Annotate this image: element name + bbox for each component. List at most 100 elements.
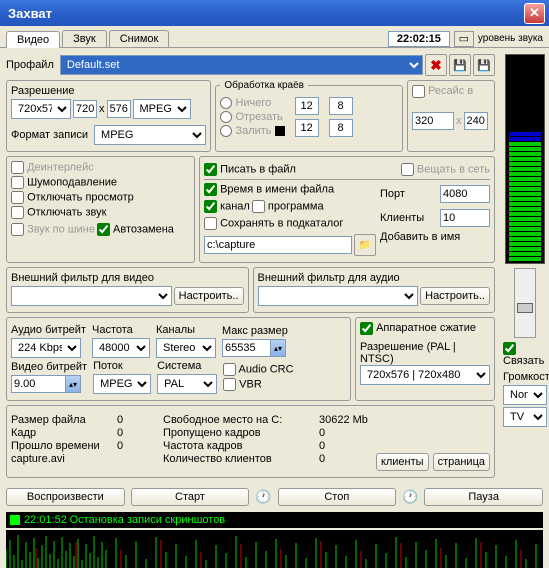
deinterlace-checkbox[interactable]: [11, 161, 24, 174]
gain-slider[interactable]: [514, 268, 536, 338]
status-message: Остановка записи скриншотов: [70, 514, 226, 526]
tab-video[interactable]: Видео: [6, 31, 60, 48]
dropped-label: Пропущено кадров: [163, 427, 313, 439]
record-format-select[interactable]: MPEG: [94, 125, 206, 145]
clients-button[interactable]: клиенты: [376, 453, 429, 471]
broadcast-checkbox[interactable]: [401, 163, 414, 176]
disableview-checkbox[interactable]: [11, 191, 24, 204]
level-toggle-button[interactable]: ▭: [454, 31, 474, 47]
stop-button[interactable]: Стоп: [278, 488, 397, 506]
frame-value: 0: [117, 427, 157, 439]
edges-none-radio[interactable]: [220, 97, 232, 109]
x-label: x: [99, 103, 105, 115]
resolution-codec-select[interactable]: MPEG2: [133, 99, 191, 119]
resize-height-input[interactable]: [464, 112, 488, 130]
audio-filter-group: Внешний фильтр для аудио Настроить..: [253, 267, 496, 313]
fps-value: 0: [319, 440, 389, 452]
vbitrate-spinner[interactable]: ▴▾: [65, 375, 81, 393]
vbitrate-input[interactable]: [11, 375, 65, 393]
edges-fill-label: Залить: [235, 125, 271, 137]
edges-cut-radio[interactable]: [220, 111, 232, 123]
resize-checkbox[interactable]: [412, 85, 425, 98]
edge-top-input[interactable]: [295, 97, 319, 115]
edge-bottom-input[interactable]: [295, 119, 319, 137]
capture-path-input[interactable]: [204, 236, 352, 254]
edge-left-input[interactable]: [329, 119, 353, 137]
tab-sound[interactable]: Звук: [62, 30, 107, 47]
busaudio-checkbox[interactable]: [11, 223, 24, 236]
addname-label: Добавить в имя: [380, 231, 490, 243]
resolution-label: Разрешение: [11, 85, 206, 97]
processing-group: Деинтерлейс Шумоподавление Отключать про…: [6, 156, 195, 263]
start-button[interactable]: Старт: [131, 488, 250, 506]
clients-label: Клиенты: [380, 212, 424, 224]
resize-width-input[interactable]: [412, 112, 454, 130]
output-group: Писать в файл Вещать в сеть Время в имен…: [199, 156, 495, 263]
vbr-checkbox[interactable]: [223, 378, 236, 391]
video-filter-configure-button[interactable]: Настроить..: [174, 287, 244, 305]
page-button[interactable]: страница: [433, 453, 490, 471]
resolution-preset-select[interactable]: 720x576: [11, 99, 71, 119]
bind-checkbox[interactable]: [503, 342, 516, 355]
stream-select[interactable]: MPEG2: [93, 374, 151, 394]
maxsize-input[interactable]: [222, 339, 270, 357]
profile-delete-button[interactable]: ✖: [425, 54, 447, 76]
profile-select[interactable]: Default.set: [60, 55, 423, 75]
browse-folder-button[interactable]: [354, 234, 376, 256]
autoreplace-checkbox[interactable]: [97, 223, 110, 236]
resize-label: Ресайс в: [428, 85, 473, 97]
audiocrc-checkbox[interactable]: [223, 363, 236, 376]
hwres-select[interactable]: 720x576 | 720x480: [360, 365, 490, 385]
profile-save-button[interactable]: 💾: [449, 54, 471, 76]
elapsed-label: Прошло времени: [11, 440, 111, 452]
close-button[interactable]: ✕: [524, 3, 545, 24]
hw-checkbox[interactable]: [360, 322, 373, 335]
level-label: уровень звука: [478, 33, 543, 44]
program-checkbox[interactable]: [252, 200, 265, 213]
channels-select[interactable]: Stereo: [156, 338, 216, 358]
edges-group: Обработка краёв Ничего Отрезать Залить: [215, 80, 403, 152]
video-filter-select[interactable]: [11, 286, 172, 306]
audio-filter-select[interactable]: [258, 286, 419, 306]
clock-display: 22:02:15: [388, 31, 450, 47]
volume-source-select[interactable]: TV: [503, 407, 547, 427]
pause-button[interactable]: Пауза: [424, 488, 543, 506]
subfolder-checkbox[interactable]: [204, 217, 217, 230]
edge-right-input[interactable]: [329, 97, 353, 115]
abitrate-select[interactable]: 224 Kbps: [11, 338, 81, 358]
waveform-display: [6, 530, 543, 568]
window-title: Захват: [4, 6, 524, 21]
volume-device-select[interactable]: None: [503, 385, 547, 405]
resolution-width-input[interactable]: [73, 100, 97, 118]
video-filter-group: Внешний фильтр для видео Настроить..: [6, 267, 249, 313]
profile-saveas-button[interactable]: 💾: [473, 54, 495, 76]
filename-value: capture.avi: [11, 453, 111, 465]
disablesound-checkbox[interactable]: [11, 206, 24, 219]
port-input[interactable]: [440, 185, 490, 203]
stats-group: Размер файла0 Свободное место на C:30622…: [6, 405, 495, 478]
audio-filter-configure-button[interactable]: Настроить..: [420, 287, 490, 305]
timein-checkbox[interactable]: [204, 183, 217, 196]
writefile-checkbox[interactable]: [204, 163, 217, 176]
tab-snapshot[interactable]: Снимок: [109, 30, 170, 47]
play-button[interactable]: Воспроизвести: [6, 488, 125, 506]
system-select[interactable]: PAL: [157, 374, 217, 394]
noise-checkbox[interactable]: [11, 176, 24, 189]
profile-label: Профайл: [6, 59, 54, 71]
freq-select[interactable]: 48000: [92, 338, 150, 358]
resolution-height-input[interactable]: [107, 100, 131, 118]
clients-input[interactable]: [440, 209, 490, 227]
edges-fill-radio[interactable]: [220, 125, 232, 137]
maxsize-spinner[interactable]: ▴▾: [270, 339, 286, 357]
audiocrc-label: Audio CRC: [239, 363, 294, 375]
disableview-label: Отключать просмотр: [27, 191, 134, 203]
edges-cut-label: Отрезать: [235, 111, 282, 123]
subfolder-label: Сохранять в подкаталог: [220, 217, 343, 229]
clock-icon: 🕐: [402, 489, 418, 505]
status-dot-icon: [10, 515, 20, 525]
filesize-value: 0: [117, 414, 157, 426]
resize-group: Ресайс в x: [407, 80, 495, 152]
channel-checkbox[interactable]: [204, 200, 217, 213]
fill-color-swatch[interactable]: [275, 126, 285, 136]
status-bar: 22:01:52 Остановка записи скриншотов: [6, 512, 543, 528]
